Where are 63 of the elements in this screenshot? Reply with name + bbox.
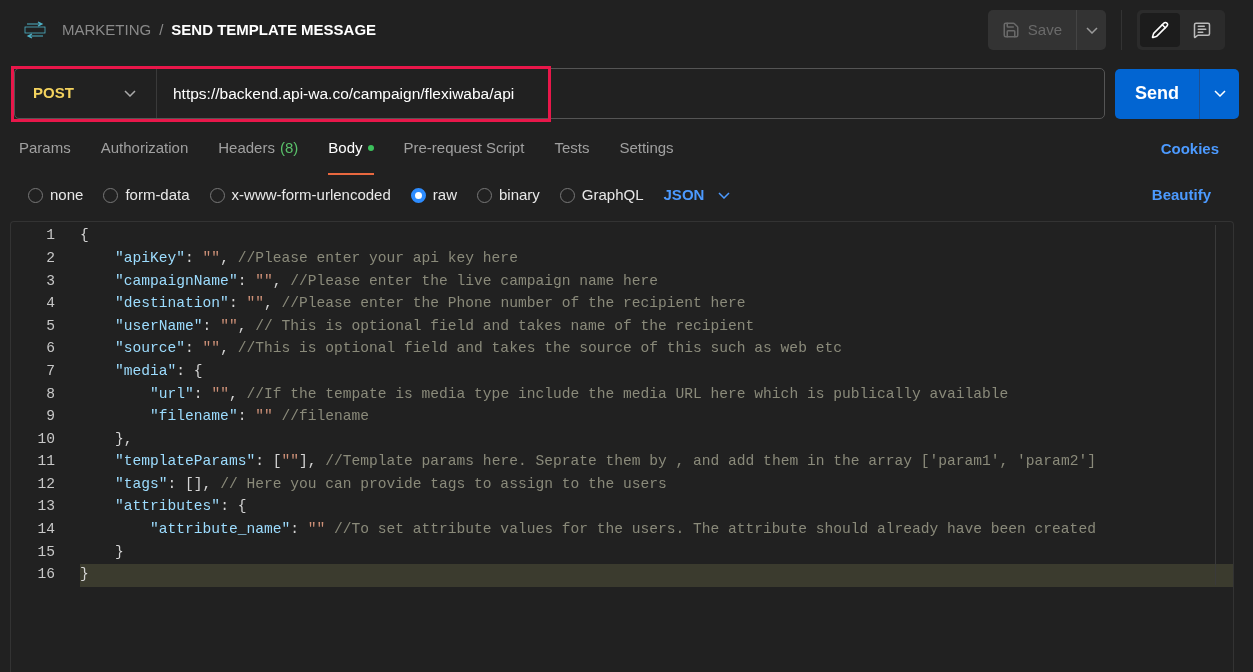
request-tab[interactable]: Params <box>19 123 71 175</box>
breadcrumb-separator: / <box>159 19 164 40</box>
line-number: 15 <box>36 542 56 562</box>
caret-icon <box>718 191 731 199</box>
send-button[interactable]: Send <box>1115 68 1199 119</box>
code-line: "source": "", //This is optional field and takes the source of this such as web etc <box>114 339 843 359</box>
line-number: 11 <box>36 452 56 472</box>
caret-icon <box>1085 26 1098 34</box>
body-type-radio[interactable]: GraphQL <box>559 183 644 207</box>
breadcrumb-link[interactable]: MARKETING <box>62 18 152 42</box>
method-dropdown[interactable]: POST <box>15 69 157 118</box>
code-line: "apiKey": "", //Please enter your api key here <box>114 248 519 268</box>
code-line: "destination": "", //Please enter the Phone number of the recipient here <box>114 294 747 314</box>
pencil-icon <box>1151 21 1169 39</box>
code-line: "userName": "", // This is optional field and takes name of the recipient <box>114 316 756 336</box>
request-title: SEND TEMPLATE MESSAGE <box>171 19 377 40</box>
line-number: 8 <box>45 384 56 404</box>
body-type-radio[interactable]: x-www-form-urlencoded <box>209 183 391 207</box>
request-tab[interactable]: Tests <box>554 123 590 175</box>
line-number: 16 <box>36 565 56 585</box>
line-number: 6 <box>45 339 56 359</box>
request-tab[interactable]: Pre-request Script <box>403 123 525 175</box>
format-dropdown[interactable]: JSON <box>663 183 731 207</box>
save-icon <box>1001 21 1020 39</box>
comment-icon <box>1193 21 1211 39</box>
edit-button[interactable] <box>1140 13 1180 47</box>
body-type-radio[interactable]: form-data <box>103 183 190 207</box>
code-editor[interactable] <box>10 221 1234 672</box>
request-tab[interactable]: Body <box>328 123 374 175</box>
line-number: 13 <box>36 497 56 517</box>
url-field[interactable]: https://backend.api-wa.co/campaign/flexiwaba/api <box>157 69 1104 118</box>
line-number: 4 <box>45 294 56 314</box>
code-line: { <box>80 226 90 246</box>
line-number: 10 <box>36 429 56 449</box>
caret-icon <box>1213 90 1226 97</box>
request-tab[interactable]: Settings <box>619 123 674 175</box>
line-number: 12 <box>36 474 56 494</box>
body-type-radio[interactable]: binary <box>476 183 540 207</box>
line-number: 7 <box>45 361 56 381</box>
caret-icon <box>124 90 136 97</box>
request-tab[interactable]: Authorization <box>100 123 189 175</box>
code-line: "attributes": { <box>114 497 248 517</box>
code-line: } <box>114 542 125 562</box>
code-line: "templateParams": [""], //Template params here. Seprate them by , and add them in the array ['param1', 'param2'] <box>114 452 1097 472</box>
http-icon <box>24 20 46 40</box>
code-line: "url": "", //If the tempate is media type include the media URL here which is publically available <box>149 384 1010 404</box>
line-number: 14 <box>36 520 56 540</box>
line-number: 9 <box>45 407 56 427</box>
line-number: 3 <box>45 271 56 291</box>
code-line: "tags": [], // Here you can provide tags to assign to the users <box>114 474 668 494</box>
request-tab[interactable]: Headers (8) <box>218 123 299 175</box>
cookies-link[interactable]: Cookies <box>1160 137 1219 161</box>
line-number: 2 <box>45 248 56 268</box>
beautify-link[interactable]: Beautify <box>1151 183 1211 207</box>
body-type-radio[interactable]: none <box>28 183 84 207</box>
code-line: "media": { <box>114 361 204 381</box>
line-number: 5 <box>45 316 56 336</box>
code-line: "filename": "" //filename <box>149 407 370 427</box>
code-line: }, <box>114 429 134 449</box>
line-number: 1 <box>45 226 56 246</box>
code-line: "attribute_name": "" //To set attribute values for the users. The attribute should already have been created <box>149 520 1097 540</box>
body-type-radio[interactable]: raw <box>410 183 457 207</box>
code-line: "campaignName": "", //Please enter the live campaign name here <box>114 271 659 291</box>
